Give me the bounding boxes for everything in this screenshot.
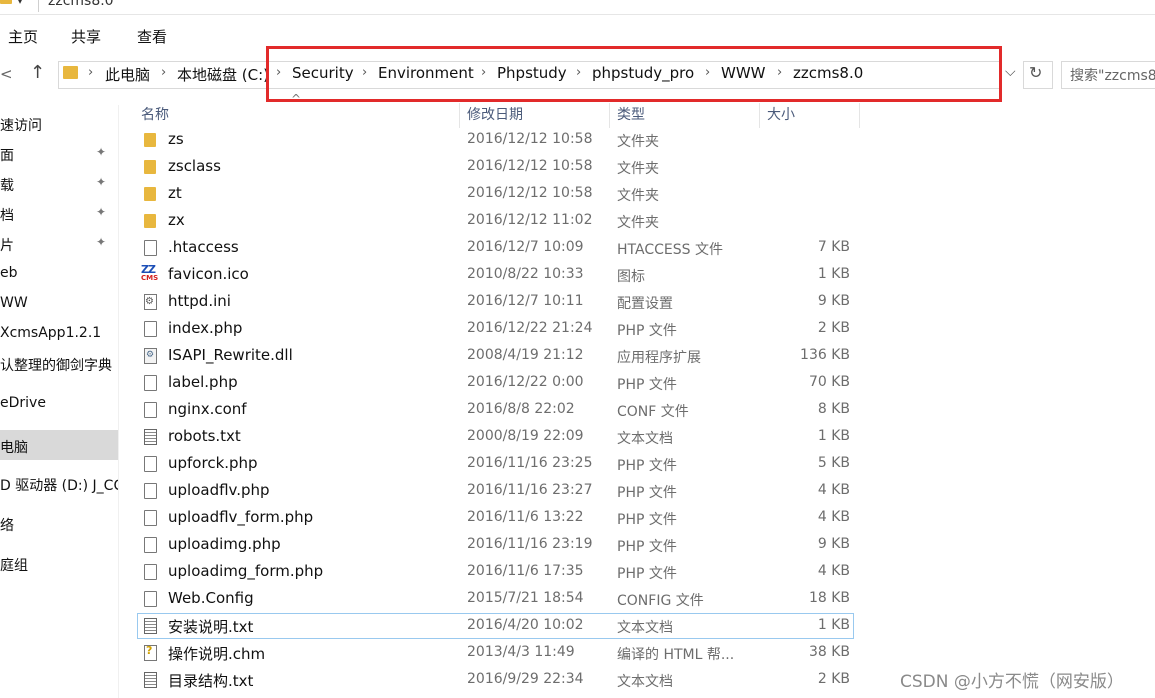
list-item[interactable]: uploadflv_form.php 2016/11/6 13:22 PHP 文… bbox=[137, 505, 854, 531]
list-item[interactable]: ISAPI_Rewrite.dll 2008/4/19 21:12 应用程序扩展… bbox=[137, 343, 854, 369]
file-icon bbox=[144, 456, 157, 472]
nav-item-pictures[interactable]: 片 ✦ bbox=[0, 232, 118, 256]
column-divider[interactable] bbox=[859, 103, 860, 128]
nav-item-this-pc[interactable]: 电脑 bbox=[0, 430, 118, 460]
breadcrumb-this-pc[interactable]: 此电脑 bbox=[105, 64, 150, 85]
pin-icon: ✦ bbox=[96, 145, 107, 159]
refresh-icon[interactable]: ↻ bbox=[1029, 63, 1042, 82]
text-file-icon bbox=[144, 429, 157, 445]
folder-icon bbox=[144, 133, 156, 147]
file-icon bbox=[144, 564, 157, 580]
folder-icon bbox=[144, 187, 156, 201]
text-file-icon bbox=[144, 672, 157, 688]
breadcrumb-local-disk[interactable]: 本地磁盘 (C:) bbox=[177, 64, 269, 85]
nav-item-desktop[interactable]: 面 ✦ bbox=[0, 142, 118, 166]
address-highlight-box bbox=[266, 46, 1002, 102]
chevron-right-icon[interactable]: › bbox=[161, 65, 166, 80]
file-icon bbox=[144, 537, 157, 553]
navigation-pane: 速访问 面 ✦ 载 ✦ 档 ✦ 片 ✦ eb WW XcmsApp1.2.1 认整理的御… bbox=[0, 105, 119, 698]
list-item[interactable]: upforck.php 2016/11/16 23:25 PHP 文件 5 KB bbox=[137, 451, 854, 477]
list-item[interactable]: ZZ CMS favicon.ico 2010/8/22 10:33 图标 1 K… bbox=[137, 262, 854, 288]
file-icon bbox=[144, 402, 157, 418]
list-item[interactable]: nginx.conf 2016/8/8 22:02 CONF 文件 8 KB bbox=[137, 397, 854, 423]
file-icon bbox=[144, 483, 157, 499]
window-title: zzcms8.0 bbox=[48, 0, 114, 9]
list-item[interactable]: index.php 2016/12/22 21:24 PHP 文件 2 KB bbox=[137, 316, 854, 342]
search-placeholder: 搜索"zzcms8 bbox=[1070, 68, 1155, 84]
nav-item-network[interactable]: 络 bbox=[0, 512, 118, 536]
list-item[interactable]: .htaccess 2016/12/7 10:09 HTACCESS 文件 7 … bbox=[137, 235, 854, 261]
pin-icon: ✦ bbox=[96, 235, 107, 249]
list-item[interactable]: label.php 2016/12/22 0:00 PHP 文件 70 KB bbox=[137, 370, 854, 396]
list-item[interactable]: zs 2016/12/12 10:58 文件夹 bbox=[137, 127, 854, 153]
nav-item-homegroup[interactable]: 庭组 bbox=[0, 552, 118, 576]
list-item[interactable]: Web.Config 2015/7/21 18:54 CONFIG 文件 18 … bbox=[137, 586, 854, 612]
file-icon bbox=[144, 375, 157, 391]
nav-item-dictionary[interactable]: 认整理的御剑字典 bbox=[0, 352, 118, 376]
folder-icon bbox=[63, 66, 78, 79]
nav-item-onedrive[interactable]: eDrive bbox=[0, 392, 118, 416]
tab-view[interactable]: 查看 bbox=[137, 26, 167, 47]
tab-home[interactable]: 主页 bbox=[8, 26, 38, 47]
file-icon bbox=[144, 510, 157, 526]
list-item[interactable]: zt 2016/12/12 10:58 文件夹 bbox=[137, 181, 854, 207]
file-icon bbox=[144, 240, 157, 256]
column-divider[interactable] bbox=[459, 103, 460, 128]
chevron-down-icon[interactable]: ⌵ bbox=[1005, 64, 1016, 80]
folder-icon bbox=[144, 160, 156, 174]
settings-file-icon bbox=[144, 294, 157, 310]
list-item[interactable]: 目录结构.txt 2016/9/29 22:34 文本文档 2 KB bbox=[137, 667, 854, 693]
list-item[interactable]: zsclass 2016/12/12 10:58 文件夹 bbox=[137, 154, 854, 180]
column-size[interactable]: 大小 bbox=[767, 104, 795, 124]
nav-item-web[interactable]: eb bbox=[0, 262, 118, 286]
pin-icon: ✦ bbox=[96, 175, 107, 189]
quick-access-folder-icon[interactable] bbox=[0, 0, 12, 4]
quick-access-dropdown-icon[interactable]: ▾ bbox=[17, 0, 23, 7]
tab-share[interactable]: 共享 bbox=[71, 26, 101, 47]
column-name[interactable]: 名称 bbox=[141, 104, 169, 124]
dll-icon bbox=[144, 348, 157, 364]
pin-icon: ✦ bbox=[96, 205, 107, 219]
column-type[interactable]: 类型 bbox=[617, 104, 645, 124]
nav-item-xcmsapp[interactable]: XcmsApp1.2.1 bbox=[0, 322, 118, 346]
chevron-right-icon[interactable]: › bbox=[88, 65, 93, 80]
nav-item-downloads[interactable]: 载 ✦ bbox=[0, 172, 118, 196]
help-file-icon bbox=[144, 644, 157, 661]
text-file-icon bbox=[144, 618, 157, 634]
nav-item-quick-access[interactable]: 速访问 bbox=[0, 112, 118, 136]
nav-item-documents[interactable]: 档 ✦ bbox=[0, 202, 118, 226]
list-item[interactable]: httpd.ini 2016/12/7 10:11 配置设置 9 KB bbox=[137, 289, 854, 315]
column-divider[interactable] bbox=[759, 103, 760, 128]
up-arrow-icon[interactable]: ↑ bbox=[30, 62, 45, 83]
file-icon bbox=[144, 321, 157, 337]
watermark: CSDN @小方不慌（网安版） bbox=[900, 672, 1124, 692]
column-header: 名称 修改日期 类型 大小 bbox=[135, 103, 860, 128]
list-item[interactable]: robots.txt 2000/8/19 22:09 文本文档 1 KB bbox=[137, 424, 854, 450]
zzcms-favicon-icon: ZZ CMS bbox=[141, 263, 159, 282]
file-icon bbox=[144, 591, 157, 607]
list-item[interactable]: uploadflv.php 2016/11/16 23:27 PHP 文件 4 … bbox=[137, 478, 854, 504]
list-item[interactable]: uploadimg.php 2016/11/16 23:19 PHP 文件 9 … bbox=[137, 532, 854, 558]
column-date[interactable]: 修改日期 bbox=[467, 104, 523, 124]
title-bar: ▾ zzcms8.0 bbox=[0, 0, 1155, 15]
list-item[interactable]: 安装说明.txt 2016/4/20 10:02 文本文档 1 KB bbox=[137, 613, 854, 639]
nav-item-dvd-drive[interactable]: D 驱动器 (D:) J_CC bbox=[0, 472, 118, 496]
list-item[interactable]: uploadimg_form.php 2016/11/6 17:35 PHP 文… bbox=[137, 559, 854, 585]
back-arrow-icon[interactable]: < bbox=[0, 65, 20, 85]
list-item[interactable]: 操作说明.chm 2013/4/3 11:49 编译的 HTML 帮... 38… bbox=[137, 640, 854, 666]
nav-item-www[interactable]: WW bbox=[0, 292, 118, 316]
title-separator bbox=[38, 0, 39, 12]
list-item[interactable]: zx 2016/12/12 11:02 文件夹 bbox=[137, 208, 854, 234]
column-divider[interactable] bbox=[609, 103, 610, 128]
folder-icon bbox=[144, 214, 156, 228]
